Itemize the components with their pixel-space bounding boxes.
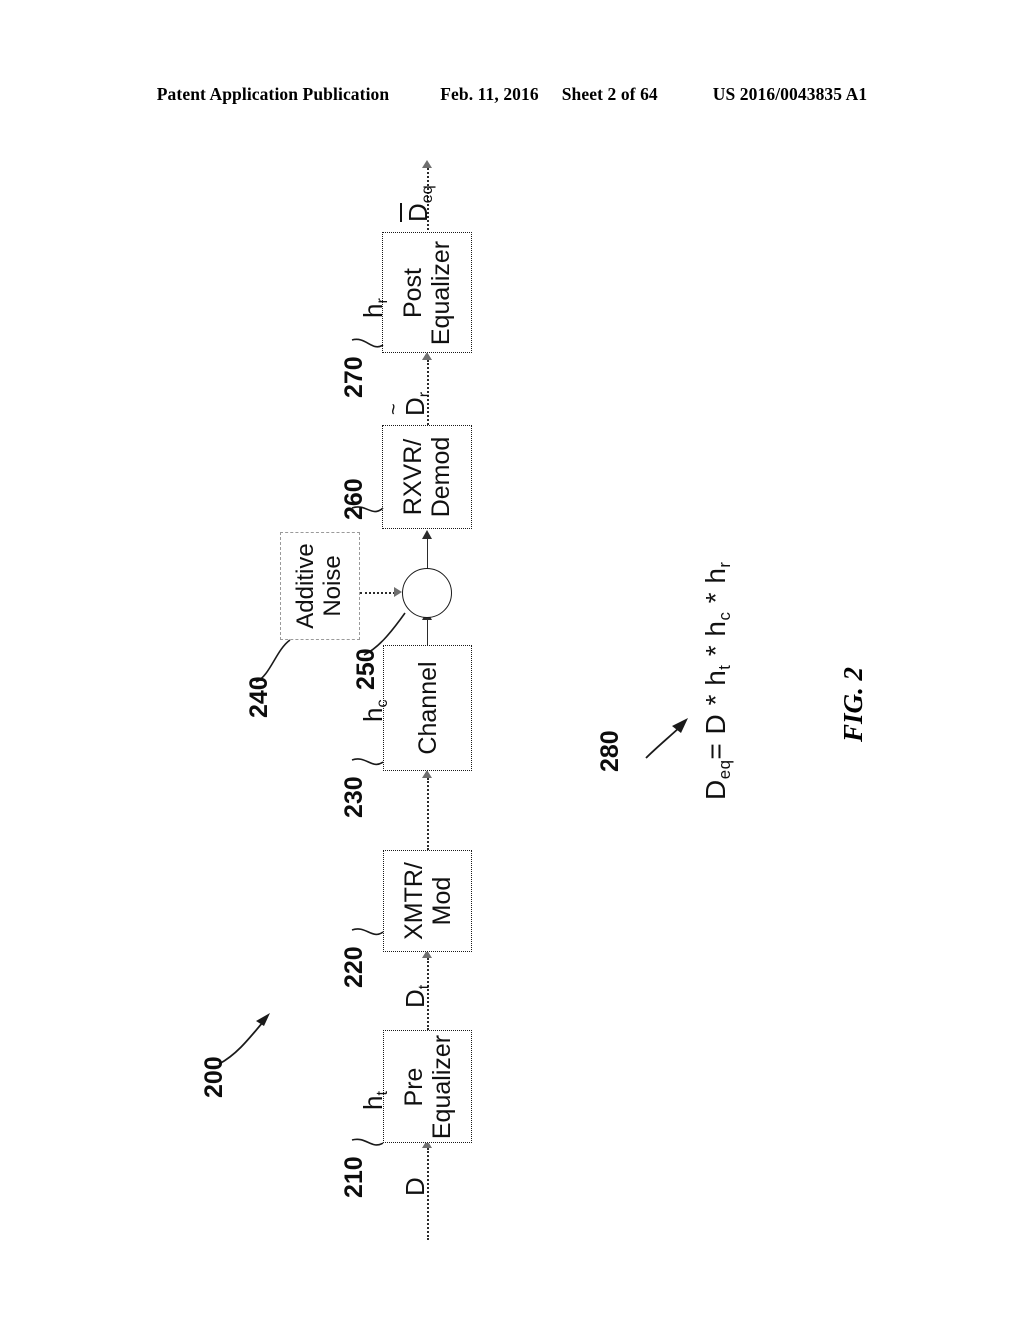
block-post-equalizer[interactable]: Post Equalizer (382, 232, 472, 353)
arrowhead-noise-to-summing-node (394, 587, 402, 597)
ref-number-260: 260 (340, 478, 368, 520)
block-rxvr-demod[interactable]: RXVR/ Demod (382, 425, 472, 529)
connector-noise-to-summing-node (360, 592, 395, 594)
signal-label-input-d: D (400, 1177, 430, 1196)
block-pre-equalizer[interactable]: Pre Equalizer (383, 1030, 472, 1143)
ref-number-280: 280 (596, 730, 624, 772)
block-xmtr-mod-label: XMTR/ Mod (400, 862, 456, 940)
signal-label-ht: ht (358, 1091, 391, 1110)
signal-label-dt: Dt (400, 984, 433, 1008)
equation-op2: * h (700, 567, 731, 612)
equation-term3-sub: r (715, 561, 735, 568)
block-channel-label: Channel (414, 661, 442, 754)
signal-label-dr-tilde: ~ Dr (383, 391, 433, 416)
block-xmtr-mod-label-line1: XMTR/ (399, 862, 428, 940)
ref-number-240: 240 (245, 676, 273, 718)
figure-caption: FIG. 2 (838, 666, 868, 742)
arrowhead-xmtr-to-channel (422, 770, 432, 778)
equation-rhs: = D * h (700, 669, 731, 760)
connector-xmtr-to-channel (427, 778, 429, 850)
figure-2-diagram: Post Equalizer RXVR/ Demod Additive Nois… (0, 0, 1024, 1320)
block-additive-noise-label: Additive Noise (292, 543, 347, 629)
signal-label-hr: hr (358, 298, 391, 318)
signal-label-hc: hc (358, 699, 391, 722)
block-rxvr-demod-label-line1: RXVR/ (399, 438, 427, 516)
connector-summing-node-to-rxvr (427, 537, 428, 569)
signal-label-deq-bar: Deq (400, 185, 436, 222)
equation-term1-sub: t (715, 664, 735, 670)
ref-number-220: 220 (340, 946, 368, 988)
block-channel-label-line1: Channel (413, 661, 442, 755)
equation-op1: * h (700, 620, 731, 665)
block-pre-equalizer-label-line2: Equalizer (427, 1034, 456, 1139)
ref-number-200: 200 (200, 1056, 228, 1098)
equation-lhs-sub: eq (715, 759, 735, 780)
summing-node[interactable] (402, 568, 452, 618)
arrowhead-post-equalizer-output (422, 160, 432, 168)
block-xmtr-mod-label-line2: Mod (427, 876, 456, 926)
connector-channel-to-summing-node (427, 618, 428, 646)
block-xmtr-mod[interactable]: XMTR/ Mod (383, 850, 472, 952)
leader-lines (218, 338, 688, 1146)
arrowhead-summing-node-to-rxvr (422, 530, 432, 539)
ref-number-250: 250 (352, 648, 380, 690)
block-additive-noise-label-line1: Additive (292, 543, 320, 629)
ref-number-230: 230 (340, 776, 368, 818)
block-rxvr-demod-label: RXVR/ Demod (399, 437, 455, 518)
block-rxvr-demod-label-line2: Demod (427, 436, 455, 518)
ref-number-210: 210 (340, 1156, 368, 1198)
equation-deq: Deq= D * ht * hc * hr (700, 561, 735, 800)
block-additive-noise[interactable]: Additive Noise (280, 532, 360, 640)
block-additive-noise-label-line2: Noise (319, 555, 346, 617)
ref-number-270: 270 (340, 356, 368, 398)
equation-lhs: D (700, 779, 731, 800)
block-pre-equalizer-label-line1: Pre (399, 1067, 428, 1106)
block-channel[interactable]: Channel (383, 645, 472, 771)
arrowhead-rxvr-to-post-equalizer (422, 352, 432, 360)
block-post-equalizer-label-line1: Post (399, 267, 427, 318)
equation-term2-sub: c (715, 611, 735, 621)
block-post-equalizer-label: Post Equalizer (399, 240, 455, 344)
block-post-equalizer-label-line2: Equalizer (427, 240, 455, 345)
block-pre-equalizer-label: Pre Equalizer (400, 1034, 456, 1138)
